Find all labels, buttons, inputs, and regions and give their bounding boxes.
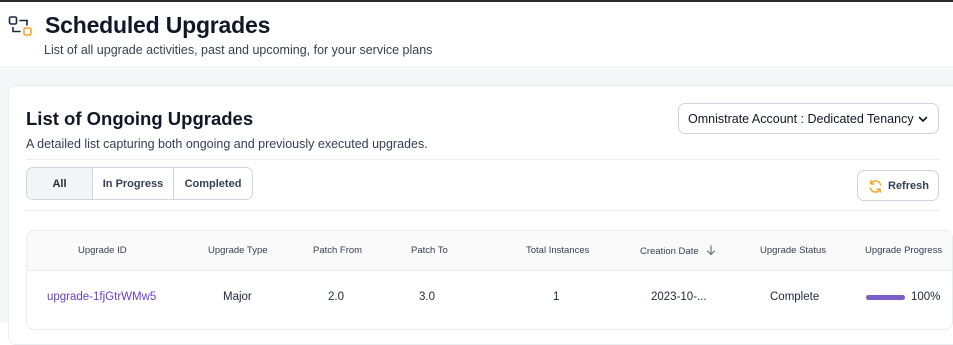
page-subtitle: List of all upgrade activities, past and…: [44, 43, 433, 57]
column-header-creation-date[interactable]: Creation Date: [640, 245, 716, 257]
upgrade-id-link[interactable]: upgrade-1fjGtrWMw5: [47, 291, 156, 303]
upgrade-type-cell: Major: [223, 291, 252, 303]
schedule-upgrade-icon: [8, 15, 34, 39]
tab-completed[interactable]: Completed: [174, 168, 252, 199]
arrow-down-icon[interactable]: [706, 245, 716, 256]
column-header-upgrade-id[interactable]: Upgrade ID: [78, 245, 127, 256]
column-header-patch-to[interactable]: Patch To: [411, 245, 448, 256]
table-header: Upgrade ID Upgrade Type Patch From Patch…: [27, 231, 952, 271]
column-header-upgrade-type[interactable]: Upgrade Type: [208, 245, 268, 256]
tab-all[interactable]: All: [27, 168, 93, 199]
divider: [26, 159, 939, 160]
chevron-down-icon: [917, 113, 929, 125]
column-header-total-instances[interactable]: Total Instances: [526, 245, 589, 256]
page-title: Scheduled Upgrades: [45, 12, 271, 38]
tab-in-progress[interactable]: In Progress: [93, 168, 174, 199]
card-description: A detailed list capturing both ongoing a…: [26, 137, 428, 151]
status-cell: Complete: [770, 291, 820, 303]
patch-from-cell: 2.0: [328, 291, 344, 303]
upgrades-table: Upgrade ID Upgrade Type Patch From Patch…: [26, 230, 953, 330]
refresh-button[interactable]: Refresh: [857, 170, 939, 201]
creation-date-cell: 2023-10-...: [651, 291, 707, 303]
account-selector[interactable]: Omnistrate Account : Dedicated Tenancy: [678, 103, 939, 134]
progress-bar-fill: [866, 295, 905, 300]
page-header: Scheduled Upgrades List of all upgrade a…: [0, 2, 953, 68]
column-header-creation-date-label: Creation Date: [640, 246, 699, 257]
column-header-upgrade-progress[interactable]: Upgrade Progress: [865, 245, 942, 256]
divider: [26, 210, 939, 211]
card-title: List of Ongoing Upgrades: [26, 108, 254, 129]
refresh-label: Refresh: [888, 180, 929, 192]
refresh-icon: [868, 179, 883, 194]
status-filter-tabs: All In Progress Completed: [26, 167, 253, 200]
progress-label: 100%: [911, 291, 941, 303]
account-selector-value: Omnistrate Account : Dedicated Tenancy: [688, 111, 914, 126]
column-header-upgrade-status[interactable]: Upgrade Status: [760, 245, 826, 256]
column-header-patch-from[interactable]: Patch From: [313, 245, 362, 256]
total-instances-cell: 1: [553, 291, 560, 303]
progress-bar: [866, 295, 905, 300]
patch-to-cell: 3.0: [419, 291, 435, 303]
